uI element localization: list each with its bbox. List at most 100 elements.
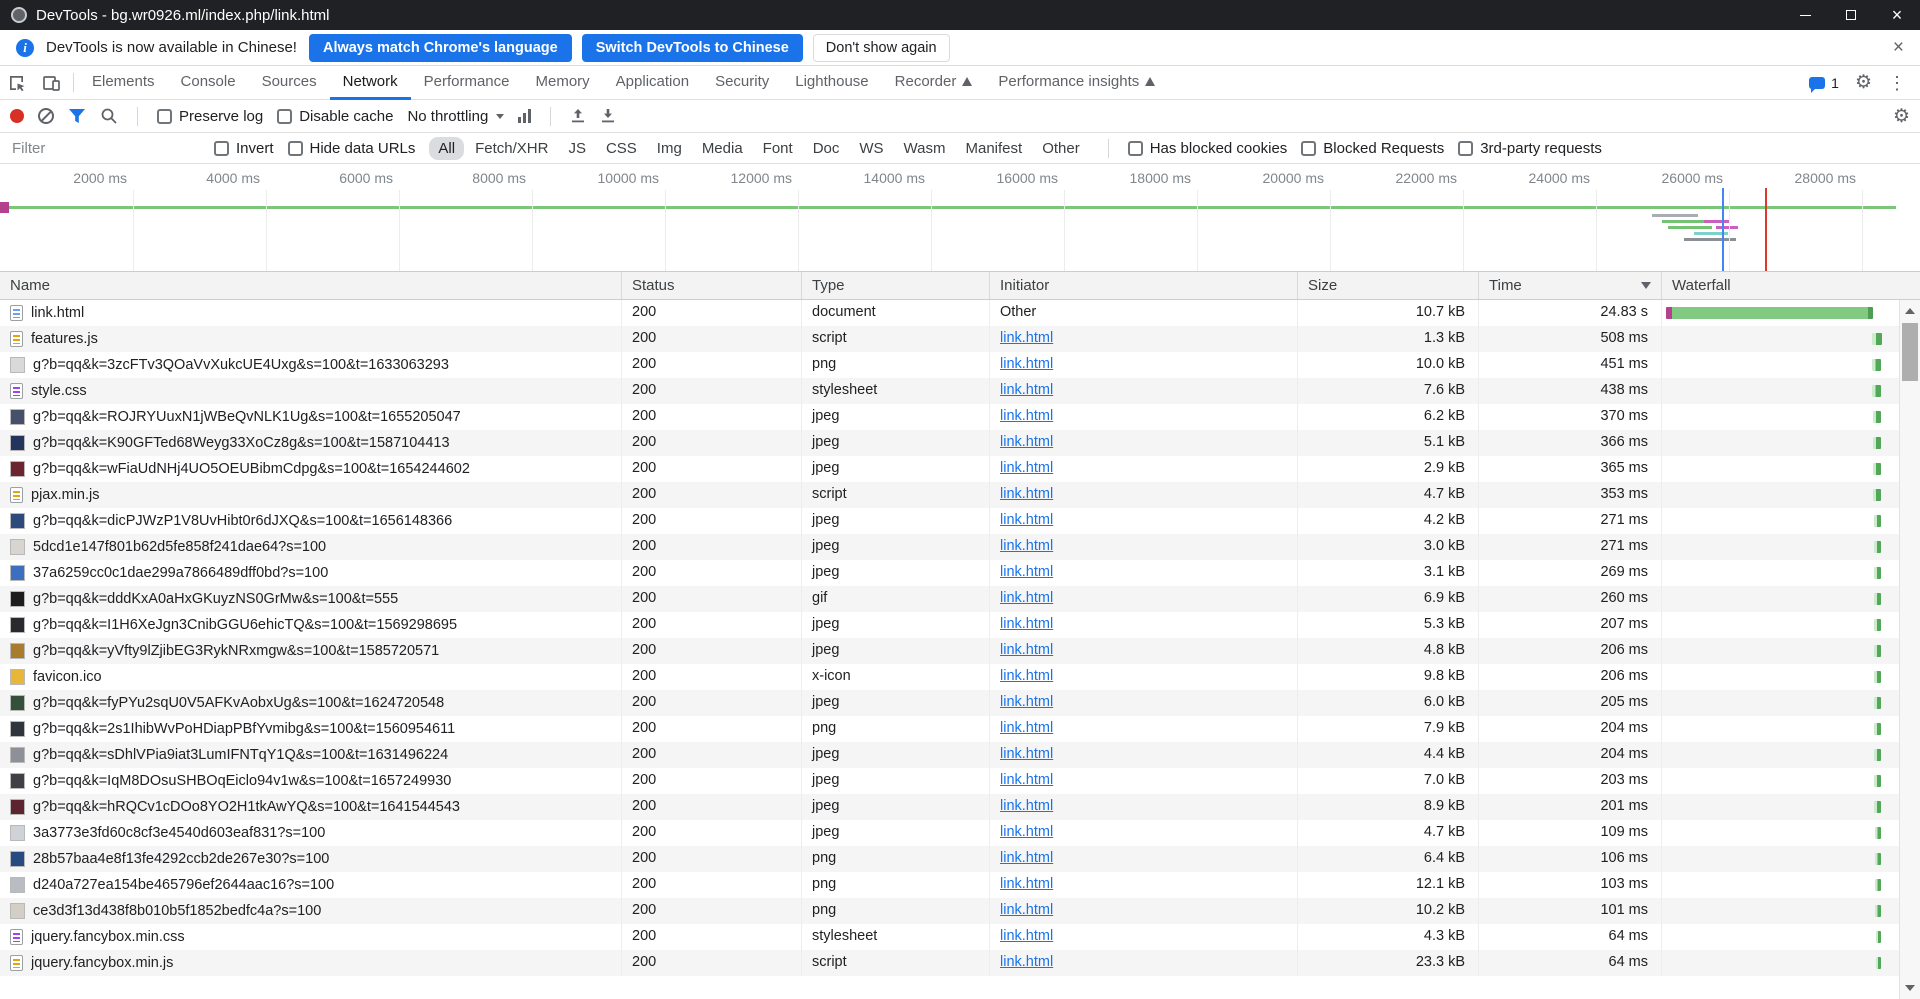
table-row[interactable]: g?b=qq&k=I1H6XeJgn3CnibGGU6ehicTQ&s=100&… [0,612,1899,638]
device-toolbar-icon[interactable] [41,73,61,93]
tab-lighthouse[interactable]: Lighthouse [782,66,881,100]
table-row[interactable]: g?b=qq&k=sDhlVPia9iat3LumIFNTqY1Q&s=100&… [0,742,1899,768]
initiator-link[interactable]: link.html [1000,564,1053,580]
blocked-requests-checkbox[interactable]: Blocked Requests [1301,140,1444,157]
column-header-waterfall[interactable]: Waterfall [1662,272,1899,299]
initiator-link[interactable]: link.html [1000,590,1053,606]
table-row[interactable]: favicon.ico 200 x-icon link.html 9.8 kB … [0,664,1899,690]
timeline-overview[interactable]: 2000 ms 4000 ms 6000 ms 8000 ms 10000 ms 1200… [0,164,1920,272]
initiator-link[interactable]: link.html [1000,330,1053,346]
table-row[interactable]: pjax.min.js 200 script link.html 4.7 kB … [0,482,1899,508]
initiator-link[interactable]: link.html [1000,850,1053,866]
initiator-link[interactable]: link.html [1000,954,1053,970]
initiator-link[interactable]: link.html [1000,824,1053,840]
tab-memory[interactable]: Memory [523,66,603,100]
initiator-link[interactable]: link.html [1000,382,1053,398]
has-blocked-cookies-checkbox[interactable]: Has blocked cookies [1127,140,1287,157]
table-row[interactable]: g?b=qq&k=dddKxA0aHxGKuyzNS0GrMw&s=100&t=… [0,586,1899,612]
table-row[interactable]: g?b=qq&k=ROJRYUuxN1jWBeQvNLK1Ug&s=100&t=… [0,404,1899,430]
filter-chip-media[interactable]: Media [693,137,752,160]
hide-data-urls-checkbox[interactable]: Hide data URLs [287,140,415,157]
initiator-link[interactable]: link.html [1000,902,1053,918]
filter-chip-all[interactable]: All [429,136,465,160]
infobar-close-icon[interactable]: × [1893,38,1904,57]
table-row[interactable]: g?b=qq&k=hRQCv1cDOo8YO2H1tkAwYQ&s=100&t=… [0,794,1899,820]
initiator-link[interactable]: link.html [1000,772,1053,788]
initiator-link[interactable]: link.html [1000,798,1053,814]
initiator-link[interactable]: link.html [1000,694,1053,710]
search-icon[interactable] [100,107,118,125]
column-header-size[interactable]: Size [1298,272,1479,299]
scroll-up-button[interactable] [1900,301,1920,321]
settings-gear-icon[interactable]: ⚙ [1855,73,1872,92]
initiator-link[interactable]: link.html [1000,356,1053,372]
table-row[interactable]: g?b=qq&k=3zcFTv3QOaVvXukcUE4Uxg&s=100&t=… [0,352,1899,378]
more-options-icon[interactable]: ⋮ [1888,74,1906,92]
initiator-link[interactable]: link.html [1000,746,1053,762]
throttling-select[interactable]: No throttling [407,108,505,125]
export-har-icon[interactable] [600,108,616,124]
filter-funnel-icon[interactable] [68,108,86,124]
initiator-link[interactable]: link.html [1000,616,1053,632]
initiator-link[interactable]: link.html [1000,720,1053,736]
initiator-link[interactable]: link.html [1000,486,1053,502]
tab-recorder[interactable]: Recorder [882,66,986,100]
tab-network[interactable]: Network [329,66,411,100]
table-row[interactable]: g?b=qq&k=fyPYu2sqU0V5AFKvAobxUg&s=100&t=… [0,690,1899,716]
column-header-status[interactable]: Status [622,272,802,299]
minimize-button[interactable] [1782,0,1828,30]
filter-chip-css[interactable]: CSS [597,137,646,160]
infobar-button-don-t-show-again[interactable]: Don't show again [812,33,950,62]
initiator-link[interactable]: link.html [1000,434,1053,450]
network-conditions-icon[interactable] [518,109,532,123]
table-row[interactable]: link.html 200 document Other 10.7 kB 24.… [0,300,1899,326]
table-row[interactable]: g?b=qq&k=wFiaUdNHj4UO5OEUBibmCdpg&s=100&… [0,456,1899,482]
filter-chip-ws[interactable]: WS [850,137,892,160]
preserve-log-checkbox[interactable]: Preserve log [157,108,263,125]
table-row[interactable]: jquery.fancybox.min.css 200 stylesheet l… [0,924,1899,950]
scrollbar-thumb[interactable] [1902,323,1918,381]
filter-chip-doc[interactable]: Doc [804,137,849,160]
table-row[interactable]: features.js 200 script link.html 1.3 kB … [0,326,1899,352]
filter-chip-img[interactable]: Img [648,137,691,160]
table-row[interactable]: 37a6259cc0c1dae299a7866489dff0bd?s=100 2… [0,560,1899,586]
issues-counter[interactable]: 1 [1809,75,1839,93]
tab-performance[interactable]: Performance [411,66,523,100]
column-header-type[interactable]: Type [802,272,990,299]
tab-performance-insights[interactable]: Performance insights [985,66,1168,100]
table-row[interactable]: g?b=qq&k=yVfty9lZjibEG3RykNRxmgw&s=100&t… [0,638,1899,664]
table-row[interactable]: g?b=qq&k=dicPJWzP1V8UvHibt0r6dJXQ&s=100&… [0,508,1899,534]
column-header-time[interactable]: Time [1479,272,1662,299]
initiator-link[interactable]: link.html [1000,642,1053,658]
maximize-button[interactable] [1828,0,1874,30]
inspect-element-icon[interactable] [7,73,27,93]
record-network-log-icon[interactable] [10,109,24,123]
filter-input[interactable] [10,138,200,158]
table-row[interactable]: style.css 200 stylesheet link.html 7.6 k… [0,378,1899,404]
column-header-initiator[interactable]: Initiator [990,272,1298,299]
vertical-scrollbar[interactable] [1899,300,1920,999]
clear-network-log-icon[interactable] [38,108,54,124]
initiator-link[interactable]: link.html [1000,668,1053,684]
infobar-button-switch-devtools-to-chinese[interactable]: Switch DevTools to Chinese [581,33,803,62]
filter-chip-other[interactable]: Other [1033,137,1089,160]
initiator-link[interactable]: link.html [1000,876,1053,892]
initiator-link[interactable]: link.html [1000,928,1053,944]
initiator-link[interactable]: link.html [1000,460,1053,476]
network-settings-gear-icon[interactable]: ⚙ [1893,107,1910,126]
infobar-button-always-match-chrome-s-language[interactable]: Always match Chrome's language [308,33,572,62]
table-row[interactable]: g?b=qq&k=2s1IhibWvPoHDiapPBfYvmibg&s=100… [0,716,1899,742]
disable-cache-checkbox[interactable]: Disable cache [277,108,393,125]
tab-console[interactable]: Console [168,66,249,100]
initiator-link[interactable]: link.html [1000,538,1053,554]
filter-chip-manifest[interactable]: Manifest [957,137,1032,160]
scroll-down-button[interactable] [1900,978,1920,998]
table-row[interactable]: 28b57baa4e8f13fe4292ccb2de267e30?s=100 2… [0,846,1899,872]
filter-chip-wasm[interactable]: Wasm [895,137,955,160]
table-row[interactable]: 3a3773e3fd60c8cf3e4540d603eaf831?s=100 2… [0,820,1899,846]
column-header-name[interactable]: Name [0,272,622,299]
invert-checkbox[interactable]: Invert [214,140,274,157]
tab-elements[interactable]: Elements [79,66,168,100]
filter-chip-font[interactable]: Font [754,137,802,160]
table-row[interactable]: ce3d3f13d438f8b010b5f1852bedfc4a?s=100 2… [0,898,1899,924]
